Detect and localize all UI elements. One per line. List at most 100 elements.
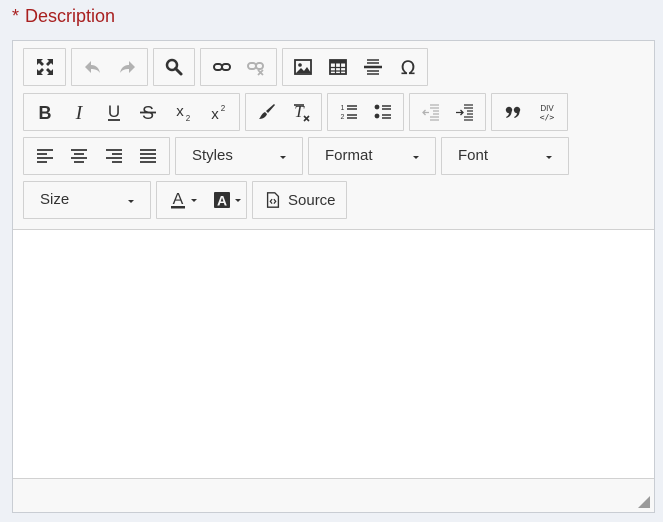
group-links: [200, 48, 277, 86]
source-code-icon: [266, 192, 280, 208]
align-right-button[interactable]: [97, 138, 131, 174]
chevron-down-icon: [280, 156, 286, 159]
group-colors: A A: [156, 181, 247, 219]
rich-text-editor: Ω B I U S x2 x2 T 1 2 DIV </> Styles For…: [12, 40, 655, 513]
table-button[interactable]: [321, 49, 355, 85]
underline-icon: U: [108, 102, 120, 121]
font-dropdown-group: Font: [441, 137, 569, 175]
bold-button[interactable]: B: [28, 94, 62, 130]
font-dropdown[interactable]: Font: [442, 138, 568, 174]
svg-text:I: I: [75, 102, 84, 122]
group-indent: [409, 93, 486, 131]
group-alignment: [23, 137, 170, 175]
chevron-down-icon: [190, 198, 197, 202]
numbered-list-icon: 12: [341, 105, 357, 121]
align-right-icon: [106, 149, 122, 163]
blockquote-button[interactable]: [496, 94, 530, 130]
decrease-indent-button[interactable]: [414, 94, 448, 130]
table-icon: [329, 59, 347, 75]
link-button[interactable]: [205, 49, 239, 85]
svg-text:A: A: [216, 193, 226, 209]
maximize-icon: [37, 59, 53, 75]
quote-icon: [505, 106, 521, 118]
align-left-icon: [37, 149, 53, 163]
undo-button[interactable]: [76, 49, 110, 85]
resize-handle-icon[interactable]: [638, 496, 650, 508]
editor-bottom-bar: [13, 478, 654, 512]
omega-icon: Ω: [401, 57, 416, 77]
group-source: Source: [252, 181, 347, 219]
justify-button[interactable]: [131, 138, 165, 174]
maximize-button[interactable]: [28, 49, 62, 85]
size-dropdown[interactable]: Size: [24, 182, 150, 218]
align-justify-icon: [140, 149, 156, 163]
source-button[interactable]: Source: [253, 182, 345, 218]
div-container-icon: DIV</>: [540, 104, 555, 122]
italic-button[interactable]: I: [62, 94, 96, 130]
group-insert: Ω: [282, 48, 428, 86]
special-character-button[interactable]: Ω: [391, 49, 425, 85]
group-blocks: DIV </>: [491, 93, 568, 131]
field-label-text: Description: [25, 6, 116, 26]
svg-text:x: x: [211, 106, 219, 122]
text-color-button[interactable]: A: [161, 182, 203, 218]
svg-text:x: x: [176, 103, 184, 120]
bulleted-list-icon: [374, 104, 391, 119]
svg-text:B: B: [39, 103, 52, 122]
chevron-down-icon: [546, 156, 552, 159]
background-color-icon: A: [213, 192, 230, 209]
align-center-icon: [71, 149, 87, 163]
link-icon: [213, 63, 231, 71]
unlink-button[interactable]: [239, 49, 273, 85]
image-button[interactable]: [286, 49, 320, 85]
group-lists: 12: [327, 93, 404, 131]
svg-text:1: 1: [341, 105, 345, 112]
numbered-list-button[interactable]: 12: [332, 94, 366, 130]
field-label: * Description: [12, 6, 115, 27]
background-color-button[interactable]: A: [205, 182, 247, 218]
styles-dropdown[interactable]: Styles: [176, 138, 302, 174]
svg-text:DIV: DIV: [540, 104, 554, 113]
group-basic-styles: B I U S x2 x2: [23, 93, 240, 131]
chevron-down-icon: [128, 200, 134, 203]
search-icon: [165, 58, 183, 76]
styles-dropdown-group: Styles: [175, 137, 303, 175]
font-dropdown-label: Font: [458, 147, 489, 164]
horizontal-line-button[interactable]: [356, 49, 390, 85]
svg-text:Ω: Ω: [401, 57, 416, 77]
subscript-button[interactable]: x2: [166, 94, 200, 130]
required-marker: *: [12, 6, 20, 26]
strikethrough-button[interactable]: S: [131, 94, 165, 130]
italic-icon: I: [75, 102, 84, 122]
chevron-down-icon: [234, 198, 241, 202]
editor-content-area[interactable]: [13, 230, 654, 480]
styles-dropdown-label: Styles: [192, 147, 233, 164]
group-undo-redo: [71, 48, 148, 86]
superscript-button[interactable]: x2: [201, 94, 235, 130]
group-cleanup: T: [245, 93, 322, 131]
group-maximize: [23, 48, 66, 86]
outdent-icon: [422, 104, 439, 121]
underline-button[interactable]: U: [97, 94, 131, 130]
svg-text:2: 2: [221, 104, 226, 113]
format-dropdown[interactable]: Format: [309, 138, 435, 174]
superscript-icon: x2: [211, 104, 226, 122]
increase-indent-button[interactable]: [448, 94, 482, 130]
align-center-button[interactable]: [62, 138, 96, 174]
source-button-label: Source: [288, 191, 336, 209]
undo-icon: [85, 61, 100, 73]
chevron-down-icon: [413, 156, 419, 159]
editor-toolbar: Ω B I U S x2 x2 T 1 2 DIV </> Styles For…: [13, 41, 654, 230]
size-dropdown-label: Size: [40, 191, 70, 208]
find-button[interactable]: [157, 49, 191, 85]
align-left-button[interactable]: [28, 138, 62, 174]
create-div-button[interactable]: DIV </>: [530, 94, 564, 130]
svg-text:A: A: [172, 191, 183, 208]
copy-formatting-button[interactable]: [250, 94, 284, 130]
text-color-icon: A: [170, 191, 185, 209]
svg-text:2: 2: [186, 114, 191, 122]
redo-button[interactable]: [110, 49, 144, 85]
format-dropdown-label: Format: [325, 147, 373, 164]
remove-format-button[interactable]: T: [284, 94, 318, 130]
bulleted-list-button[interactable]: [366, 94, 400, 130]
